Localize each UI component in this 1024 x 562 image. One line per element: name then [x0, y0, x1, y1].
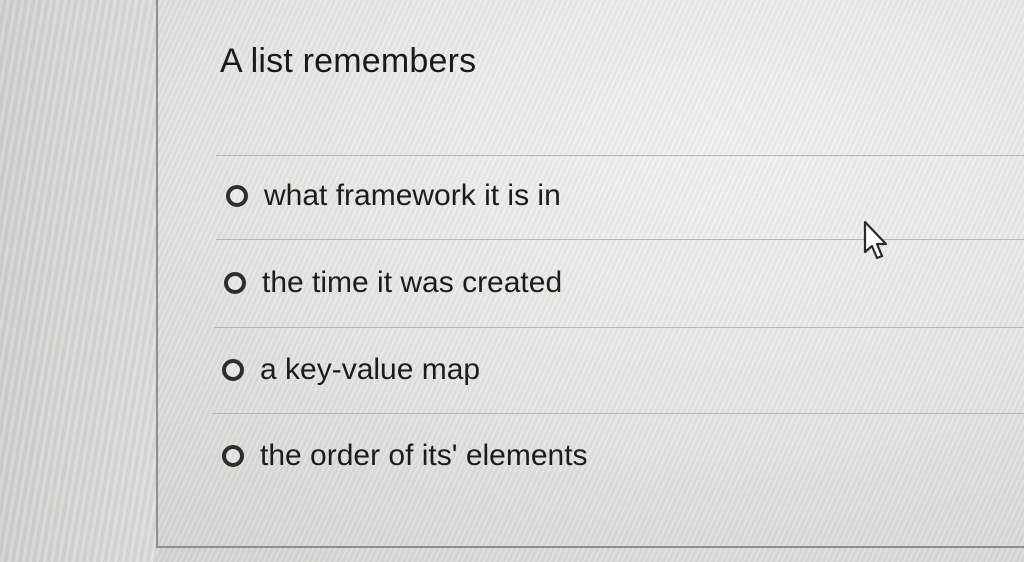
question-card: A list remembers what framework it is in…: [156, 0, 1024, 548]
mouse-pointer-icon: [863, 220, 888, 260]
radio-button-icon[interactable]: [226, 185, 248, 207]
divider: [216, 239, 1024, 240]
radio-button-icon[interactable]: [224, 272, 246, 294]
answer-option-label: a key-value map: [260, 353, 481, 386]
radio-button-icon[interactable]: [222, 359, 244, 381]
question-prompt: A list remembers: [220, 42, 477, 80]
radio-button-icon[interactable]: [222, 445, 244, 467]
answer-option-4[interactable]: the order of its' elements: [222, 434, 588, 478]
answer-option-1[interactable]: what framework it is in: [226, 174, 561, 218]
answer-option-2[interactable]: the time it was created: [224, 261, 562, 305]
divider: [216, 155, 1024, 156]
page-left-margin: [0, 0, 156, 562]
answer-option-label: the time it was created: [262, 266, 563, 299]
answer-option-3[interactable]: a key-value map: [222, 348, 480, 392]
answer-option-label: what framework it is in: [264, 179, 561, 212]
answer-option-label: the order of its' elements: [260, 439, 588, 472]
divider: [214, 327, 1024, 328]
divider: [212, 413, 1024, 414]
